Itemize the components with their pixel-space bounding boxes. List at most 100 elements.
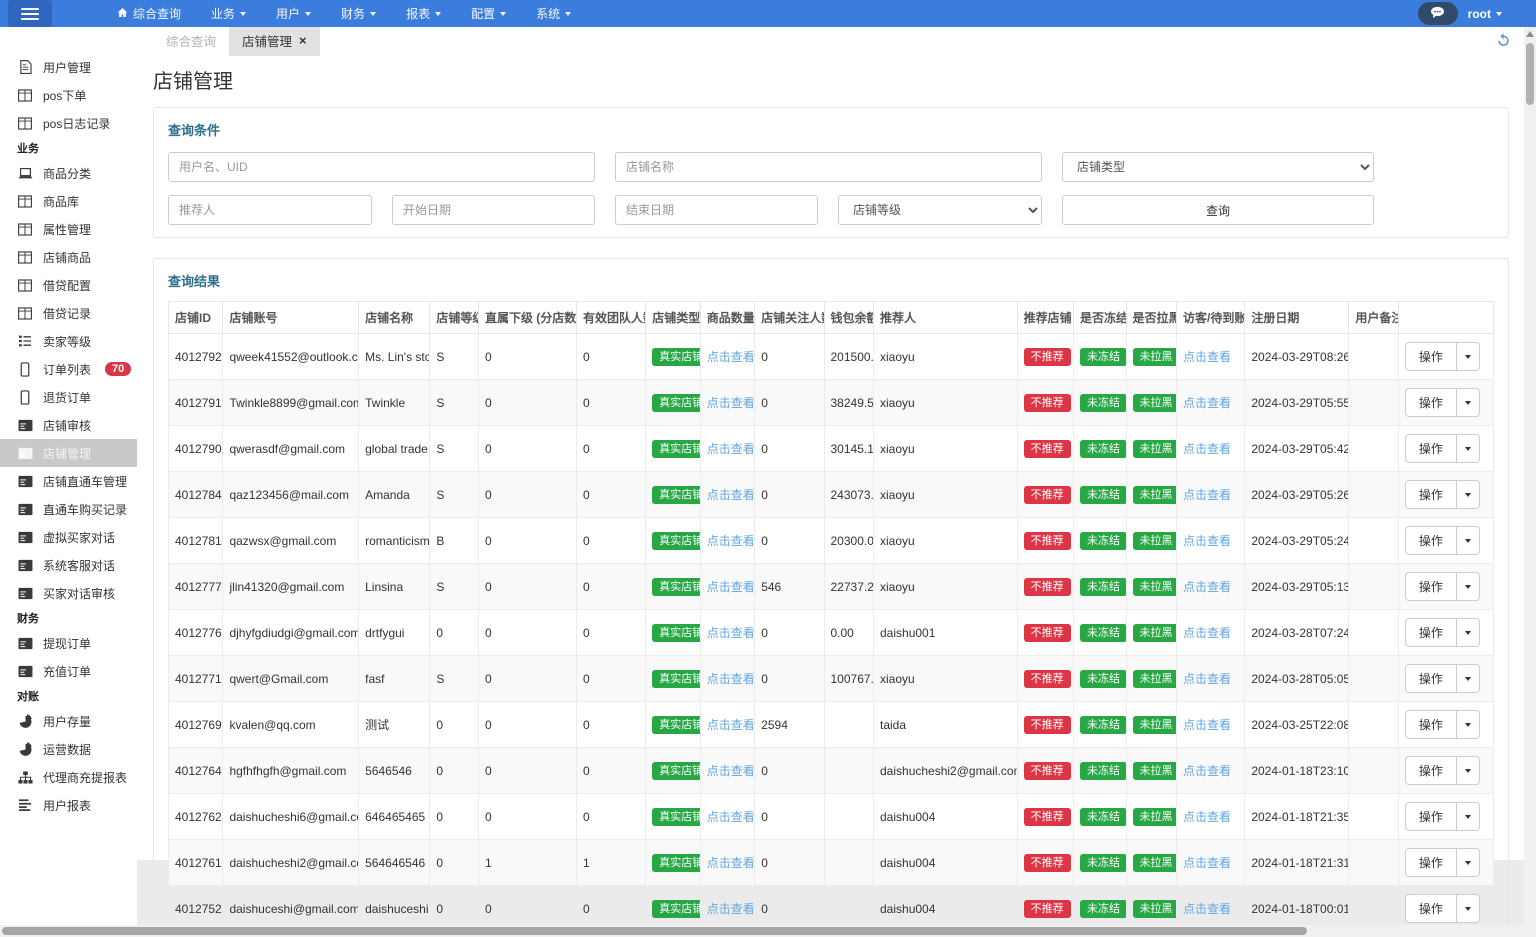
sidebar-item-属性管理[interactable]: 属性管理	[0, 215, 137, 243]
visitors-view-link[interactable]: 点击查看	[1183, 902, 1231, 916]
goods-view-link[interactable]: 点击查看	[707, 810, 754, 824]
nav-item-系统[interactable]: 系统	[536, 5, 572, 22]
goods-view-link[interactable]: 点击查看	[707, 350, 754, 364]
goods-view-link[interactable]: 点击查看	[707, 488, 754, 502]
goods-view-link[interactable]: 点击查看	[707, 718, 754, 732]
messages-button[interactable]	[1417, 2, 1458, 25]
goods-view-link[interactable]: 点击查看	[707, 534, 754, 548]
start-date-input[interactable]	[392, 195, 595, 225]
search-button[interactable]: 查询	[1062, 195, 1374, 225]
sidebar-item-用户管理[interactable]: 用户管理	[0, 53, 137, 81]
row-action-button[interactable]: 操作	[1404, 664, 1480, 693]
user-menu[interactable]: root	[1468, 7, 1502, 21]
caret-down-icon[interactable]	[1457, 849, 1479, 876]
refresh-icon[interactable]	[1497, 33, 1510, 49]
sidebar-item-pos日志记录[interactable]: pos日志记录	[0, 109, 137, 137]
vertical-scrollbar-thumb[interactable]	[1526, 43, 1534, 105]
scroll-up-arrow-icon[interactable]	[1526, 31, 1534, 37]
sidebar-item-用户存量[interactable]: 用户存量	[0, 707, 137, 735]
visitors-view-link[interactable]: 点击查看	[1183, 764, 1231, 778]
tab-店铺管理[interactable]: 店铺管理 ×	[229, 25, 320, 56]
horizontal-scrollbar[interactable]	[0, 925, 1536, 937]
goods-view-link[interactable]: 点击查看	[707, 856, 754, 870]
sidebar-item-用户报表[interactable]: 用户报表	[0, 791, 137, 819]
sidebar-item-店铺商品[interactable]: 店铺商品	[0, 243, 137, 271]
sidebar-item-商品分类[interactable]: 商品分类	[0, 159, 137, 187]
row-action-button[interactable]: 操作	[1404, 756, 1480, 785]
shop-type-select[interactable]: 店铺类型	[1062, 152, 1374, 182]
visitors-view-link[interactable]: 点击查看	[1183, 488, 1231, 502]
sidebar-item-商品库[interactable]: 商品库	[0, 187, 137, 215]
row-action-button[interactable]: 操作	[1404, 894, 1480, 923]
row-action-button[interactable]: 操作	[1404, 618, 1480, 647]
caret-down-icon[interactable]	[1457, 527, 1479, 554]
caret-down-icon[interactable]	[1457, 665, 1479, 692]
visitors-view-link[interactable]: 点击查看	[1183, 396, 1231, 410]
sidebar-item-直通车购买记录[interactable]: 直通车购买记录	[0, 495, 137, 523]
nav-item-home[interactable]: 综合查询	[117, 5, 181, 22]
visitors-view-link[interactable]: 点击查看	[1183, 856, 1231, 870]
sidebar-item-充值订单[interactable]: 充值订单	[0, 657, 137, 685]
tab-综合查询[interactable]: 综合查询	[153, 25, 229, 56]
caret-down-icon[interactable]	[1457, 343, 1479, 370]
shop-level-select[interactable]: 店铺等级	[838, 195, 1042, 225]
caret-down-icon[interactable]	[1457, 389, 1479, 416]
visitors-view-link[interactable]: 点击查看	[1183, 580, 1231, 594]
sidebar-item-虚拟买家对话[interactable]: 虚拟买家对话	[0, 523, 137, 551]
row-action-button[interactable]: 操作	[1404, 434, 1480, 463]
row-action-button[interactable]: 操作	[1404, 710, 1480, 739]
goods-view-link[interactable]: 点击查看	[707, 580, 754, 594]
sidebar-item-卖家等级[interactable]: 卖家等级	[0, 327, 137, 355]
row-action-button[interactable]: 操作	[1404, 526, 1480, 555]
row-action-button[interactable]: 操作	[1404, 572, 1480, 601]
sidebar-item-买家对话审核[interactable]: 买家对话审核	[0, 579, 137, 607]
goods-view-link[interactable]: 点击查看	[707, 396, 754, 410]
visitors-view-link[interactable]: 点击查看	[1183, 672, 1231, 686]
nav-item-用户[interactable]: 用户	[276, 5, 312, 22]
caret-down-icon[interactable]	[1457, 803, 1479, 830]
caret-down-icon[interactable]	[1457, 895, 1479, 922]
row-action-button[interactable]: 操作	[1404, 802, 1480, 831]
sidebar-item-店铺管理[interactable]: 店铺管理	[0, 439, 137, 467]
sidebar-item-店铺审核[interactable]: 店铺审核	[0, 411, 137, 439]
sidebar-item-订单列表[interactable]: 订单列表 70	[0, 355, 137, 383]
sidebar-item-店铺直通车管理[interactable]: 店铺直通车管理	[0, 467, 137, 495]
caret-down-icon[interactable]	[1457, 619, 1479, 646]
nav-item-报表[interactable]: 报表	[406, 5, 442, 22]
visitors-view-link[interactable]: 点击查看	[1183, 350, 1231, 364]
horizontal-scrollbar-thumb[interactable]	[2, 927, 1307, 935]
visitors-view-link[interactable]: 点击查看	[1183, 810, 1231, 824]
sidebar-item-提现订单[interactable]: 提现订单	[0, 629, 137, 657]
vertical-scrollbar[interactable]	[1524, 27, 1536, 925]
nav-item-业务[interactable]: 业务	[211, 5, 247, 22]
visitors-view-link[interactable]: 点击查看	[1183, 626, 1231, 640]
caret-down-icon[interactable]	[1457, 435, 1479, 462]
sidebar-item-退货订单[interactable]: 退货订单	[0, 383, 137, 411]
nav-item-配置[interactable]: 配置	[471, 5, 507, 22]
sidebar-item-借贷配置[interactable]: 借贷配置	[0, 271, 137, 299]
nav-item-财务[interactable]: 财务	[341, 5, 377, 22]
sidebar-item-借贷记录[interactable]: 借贷记录	[0, 299, 137, 327]
row-action-button[interactable]: 操作	[1404, 480, 1480, 509]
close-icon[interactable]: ×	[299, 34, 307, 47]
row-action-button[interactable]: 操作	[1404, 388, 1480, 417]
shop-name-input[interactable]	[615, 152, 1042, 182]
caret-down-icon[interactable]	[1457, 757, 1479, 784]
end-date-input[interactable]	[615, 195, 818, 225]
goods-view-link[interactable]: 点击查看	[707, 442, 754, 456]
menu-toggle-button[interactable]	[8, 0, 52, 27]
row-action-button[interactable]: 操作	[1404, 848, 1480, 877]
goods-view-link[interactable]: 点击查看	[707, 672, 754, 686]
sidebar-item-代理商充提报表[interactable]: 代理商充提报表	[0, 763, 137, 791]
referrer-input[interactable]	[168, 195, 372, 225]
row-action-button[interactable]: 操作	[1404, 342, 1480, 371]
caret-down-icon[interactable]	[1457, 711, 1479, 738]
visitors-view-link[interactable]: 点击查看	[1183, 718, 1231, 732]
goods-view-link[interactable]: 点击查看	[707, 626, 754, 640]
visitors-view-link[interactable]: 点击查看	[1183, 442, 1231, 456]
username-uid-input[interactable]	[168, 152, 595, 182]
caret-down-icon[interactable]	[1457, 481, 1479, 508]
caret-down-icon[interactable]	[1457, 573, 1479, 600]
visitors-view-link[interactable]: 点击查看	[1183, 534, 1231, 548]
goods-view-link[interactable]: 点击查看	[707, 902, 754, 916]
